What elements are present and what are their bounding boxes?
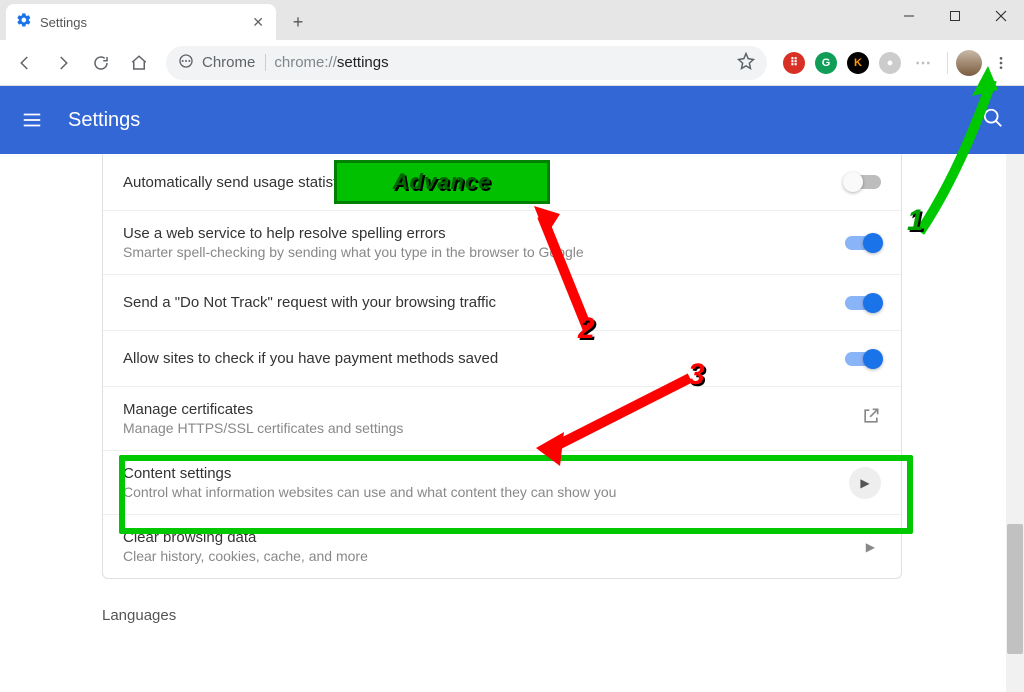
page-title: Settings xyxy=(68,109,140,132)
row-do-not-track[interactable]: Send a "Do Not Track" request with your … xyxy=(103,274,901,330)
row-title: Automatically send usage statistics and … xyxy=(123,174,845,191)
row-subtitle: Control what information websites can us… xyxy=(123,484,849,500)
forward-button[interactable] xyxy=(46,46,80,80)
extensions-area: ⠿ G K ● ⋯ xyxy=(777,52,939,74)
toggle-usage-stats[interactable] xyxy=(845,175,881,189)
close-tab-icon[interactable]: ✕ xyxy=(252,15,264,29)
search-icon[interactable] xyxy=(982,107,1004,134)
settings-content: Automatically send usage statistics and … xyxy=(0,154,1024,692)
gear-icon xyxy=(16,12,32,33)
external-link-icon xyxy=(861,406,881,431)
row-title: Send a "Do Not Track" request with your … xyxy=(123,294,845,311)
maximize-button[interactable] xyxy=(932,0,978,32)
row-subtitle: Smarter spell-checking by sending what y… xyxy=(123,244,845,260)
profile-avatar[interactable] xyxy=(956,50,982,76)
scroll-region[interactable]: Automatically send usage statistics and … xyxy=(0,154,1004,692)
row-spellcheck[interactable]: Use a web service to help resolve spelli… xyxy=(103,210,901,274)
row-usage-stats[interactable]: Automatically send usage statistics and … xyxy=(103,154,901,210)
tab-title: Settings xyxy=(40,15,244,30)
toggle-spellcheck[interactable] xyxy=(845,236,881,250)
chevron-right-icon: ▶ xyxy=(866,540,881,554)
row-subtitle: Manage HTTPS/SSL certificates and settin… xyxy=(123,420,861,436)
scrollbar-thumb[interactable] xyxy=(1007,524,1023,654)
new-tab-button[interactable]: + xyxy=(284,8,312,36)
row-subtitle: Clear history, cookies, cache, and more xyxy=(123,548,866,564)
toolbar-divider xyxy=(947,52,948,74)
section-heading-languages: Languages xyxy=(102,607,902,624)
toggle-payment[interactable] xyxy=(845,352,881,366)
address-bar[interactable]: Chrome chrome://settings xyxy=(166,46,767,80)
row-title: Content settings xyxy=(123,465,849,482)
extension-icon-3[interactable]: K xyxy=(847,52,869,74)
extension-icon-2[interactable]: G xyxy=(815,52,837,74)
site-info-icon[interactable] xyxy=(178,53,194,73)
url-text: chrome://settings xyxy=(274,54,388,71)
window-close-button[interactable] xyxy=(978,0,1024,32)
extension-icon-1[interactable]: ⠿ xyxy=(783,52,805,74)
toggle-dnt[interactable] xyxy=(845,296,881,310)
row-title: Use a web service to help resolve spelli… xyxy=(123,225,845,242)
browser-tab[interactable]: Settings ✕ xyxy=(6,4,276,40)
browser-toolbar: Chrome chrome://settings ⠿ G K ● ⋯ xyxy=(0,40,1024,86)
extension-icon-4[interactable]: ● xyxy=(879,52,901,74)
row-content-settings[interactable]: Content settings Control what informatio… xyxy=(103,450,901,514)
extension-icon-5[interactable]: ⋯ xyxy=(911,52,933,74)
window-controls xyxy=(886,0,1024,32)
row-payment-check[interactable]: Allow sites to check if you have payment… xyxy=(103,330,901,386)
row-title: Allow sites to check if you have payment… xyxy=(123,350,845,367)
row-title: Manage certificates xyxy=(123,401,861,418)
row-clear-browsing-data[interactable]: Clear browsing data Clear history, cooki… xyxy=(103,514,901,578)
chevron-right-icon: ▶ xyxy=(849,467,881,499)
url-chip: Chrome xyxy=(202,54,266,71)
row-manage-certificates[interactable]: Manage certificates Manage HTTPS/SSL cer… xyxy=(103,386,901,450)
privacy-card: Automatically send usage statistics and … xyxy=(102,154,902,579)
hamburger-menu-icon[interactable] xyxy=(20,108,44,132)
back-button[interactable] xyxy=(8,46,42,80)
row-title: Clear browsing data xyxy=(123,529,866,546)
reload-button[interactable] xyxy=(84,46,118,80)
vertical-scrollbar[interactable] xyxy=(1006,154,1024,692)
home-button[interactable] xyxy=(122,46,156,80)
window-titlebar: Settings ✕ + xyxy=(0,0,1024,40)
bookmark-star-icon[interactable] xyxy=(737,52,755,74)
minimize-button[interactable] xyxy=(886,0,932,32)
settings-header: Settings xyxy=(0,86,1024,154)
chrome-menu-button[interactable] xyxy=(986,48,1016,78)
